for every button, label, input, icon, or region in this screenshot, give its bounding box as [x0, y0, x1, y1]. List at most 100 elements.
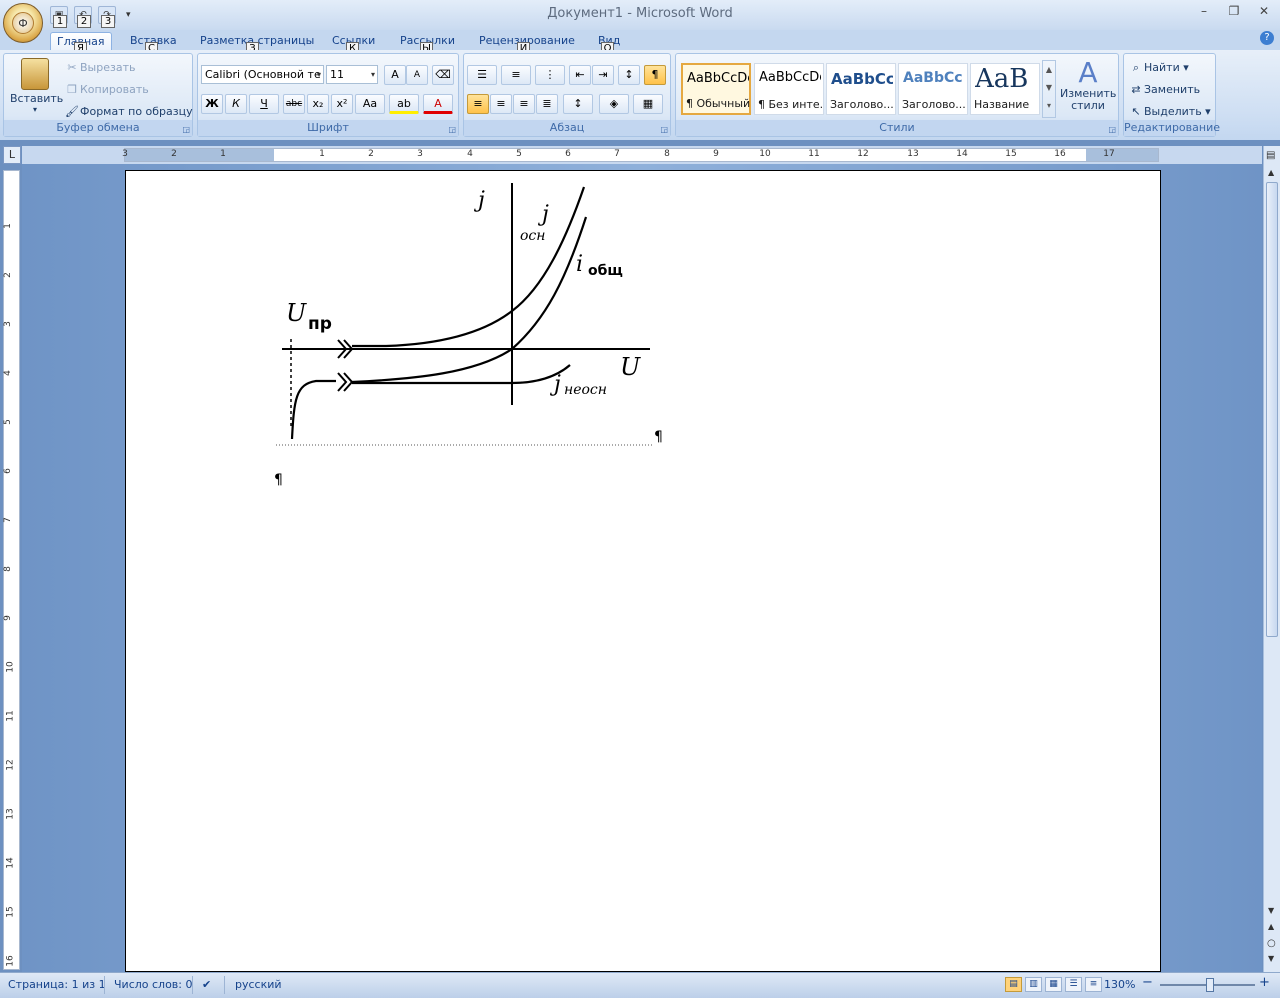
- zoom-level[interactable]: 130%: [1104, 978, 1135, 991]
- browse-object-icon[interactable]: ○: [1267, 938, 1276, 949]
- style-heading-2[interactable]: AaBbCc Заголово...: [898, 63, 968, 115]
- shading-icon[interactable]: ◈: [599, 94, 629, 114]
- paragraph-mark[interactable]: ¶: [274, 472, 283, 488]
- strikethrough-button[interactable]: abc: [283, 94, 305, 114]
- shrink-font-button[interactable]: A: [406, 65, 428, 85]
- justify-icon[interactable]: ≣: [536, 94, 558, 114]
- style-no-spacing[interactable]: AaBbCcDc¶ Без инте...: [754, 63, 824, 115]
- borders-icon[interactable]: ▦: [633, 94, 663, 114]
- ruler-number: 5: [516, 149, 522, 159]
- label-osn-sub: осн: [520, 228, 546, 244]
- ruler-number: 11: [5, 710, 16, 722]
- grow-font-button[interactable]: A: [384, 65, 406, 85]
- align-right-icon[interactable]: ≡: [513, 94, 535, 114]
- web-layout-icon[interactable]: ▦: [1045, 977, 1062, 992]
- next-page-icon[interactable]: ▼: [1268, 954, 1274, 963]
- format-painter-button[interactable]: 🖌Формат по образцу: [64, 104, 193, 120]
- dialog-launcher-icon[interactable]: ◲: [660, 125, 668, 134]
- subscript-button[interactable]: x₂: [307, 94, 329, 114]
- prev-page-icon[interactable]: ▲: [1268, 922, 1274, 931]
- ruler-toggle-icon[interactable]: ▤: [1266, 150, 1275, 161]
- cut-button[interactable]: ✂ Вырезать: [64, 60, 135, 76]
- tab-selector[interactable]: L: [3, 146, 21, 164]
- sort-icon[interactable]: ↕: [618, 65, 640, 85]
- align-center-icon[interactable]: ≡: [490, 94, 512, 114]
- word-count[interactable]: Число слов: 0: [114, 978, 193, 991]
- save-icon[interactable]: ▣1: [50, 6, 68, 28]
- office-button[interactable]: Ф: [3, 3, 43, 43]
- page-count[interactable]: Страница: 1 из 1: [8, 978, 106, 991]
- ruler-number: 15: [1005, 149, 1017, 159]
- close-button[interactable]: ✕: [1256, 4, 1272, 18]
- bold-button[interactable]: Ж: [201, 94, 223, 114]
- scroll-up-icon[interactable]: ▲: [1268, 168, 1274, 177]
- status-bar: Страница: 1 из 1 Число слов: 0 ✔ русский…: [0, 972, 1280, 998]
- scroll-down-icon[interactable]: ▼: [1268, 906, 1274, 915]
- window-title: Документ1 - Microsoft Word: [547, 6, 733, 21]
- zoom-in-button[interactable]: +: [1259, 975, 1270, 990]
- ruler-number: 3: [417, 149, 423, 159]
- increase-indent-icon[interactable]: ⇥: [592, 65, 614, 85]
- redo-icon[interactable]: ↷3: [98, 6, 116, 28]
- ruler-number: 6: [565, 149, 571, 159]
- full-screen-reading-icon[interactable]: ▥: [1025, 977, 1042, 992]
- ruler-number: 16: [5, 955, 16, 967]
- paste-button[interactable]: Вставить ▾: [10, 58, 63, 114]
- styles-icon: A: [1078, 56, 1098, 89]
- vertical-ruler[interactable]: 1 2 3 4 5 6 7 8 9 10 11 12 13 14 15 16: [3, 170, 20, 970]
- superscript-button[interactable]: x²: [331, 94, 353, 114]
- ruler-number: 10: [5, 661, 16, 673]
- dialog-launcher-icon[interactable]: ◲: [448, 125, 456, 134]
- find-button[interactable]: ⌕ Найти ▾: [1128, 60, 1189, 76]
- multilevel-list-icon[interactable]: ⋮: [535, 65, 565, 85]
- show-marks-icon[interactable]: ¶: [644, 65, 666, 85]
- print-layout-icon[interactable]: ▤: [1005, 977, 1022, 992]
- clear-format-icon[interactable]: ⌫: [432, 65, 454, 85]
- outline-icon[interactable]: ☰: [1065, 977, 1082, 992]
- highlight-icon[interactable]: ab: [389, 94, 419, 114]
- label-pr-sub: пр: [308, 314, 332, 334]
- underline-button[interactable]: Ч: [249, 94, 279, 114]
- font-size-combo[interactable]: 11 ▾: [326, 65, 378, 84]
- help-icon[interactable]: ?: [1260, 31, 1274, 45]
- select-button[interactable]: ↖ Выделить ▾: [1128, 104, 1210, 120]
- scroll-thumb[interactable]: [1266, 182, 1278, 637]
- undo-icon[interactable]: ↶2: [74, 6, 92, 28]
- change-styles-button[interactable]: A Изменить стили: [1060, 58, 1116, 112]
- bullets-icon[interactable]: ☰: [467, 65, 497, 85]
- label-i-obsh: i: [576, 252, 583, 277]
- ruler-number: 17: [1103, 149, 1115, 159]
- zoom-slider-thumb[interactable]: [1206, 978, 1214, 992]
- horizontal-ruler[interactable]: 3 2 1 1 2 3 4 5 6 7 8 9 10 11 12 13 14 15 16 17: [22, 146, 1262, 164]
- vertical-scrollbar[interactable]: ▤ ▲ ▼ ▲ ○ ▼: [1263, 146, 1280, 972]
- italic-button[interactable]: К: [225, 94, 247, 114]
- language[interactable]: русский: [235, 978, 282, 991]
- decrease-indent-icon[interactable]: ⇤: [569, 65, 591, 85]
- restore-button[interactable]: ❐: [1226, 4, 1242, 18]
- font-name-combo[interactable]: Calibri (Основной те ▾: [201, 65, 324, 84]
- line-spacing-icon[interactable]: ↕: [563, 94, 593, 114]
- paragraph-mark: ¶: [654, 429, 663, 445]
- break-mark-lower: [337, 372, 354, 392]
- qat-customize-icon[interactable]: ▾: [126, 10, 131, 20]
- ruler-number: 2: [171, 149, 177, 159]
- draft-icon[interactable]: ≡: [1085, 977, 1102, 992]
- numbering-icon[interactable]: ≡: [501, 65, 531, 85]
- dialog-launcher-icon[interactable]: ◲: [1108, 125, 1116, 134]
- style-title[interactable]: AaB Название: [970, 63, 1040, 115]
- font-color-icon[interactable]: A: [423, 94, 453, 114]
- style-normal[interactable]: AaBbCcDc ¶ Обычный: [681, 63, 751, 115]
- change-case-button[interactable]: Aa: [355, 94, 385, 114]
- copy-button[interactable]: ❐ Копировать: [64, 82, 149, 98]
- proofing-icon[interactable]: ✔: [202, 978, 211, 991]
- styles-scroll[interactable]: ▲ ▼ ▾: [1042, 60, 1056, 118]
- dialog-launcher-icon[interactable]: ◲: [182, 125, 190, 134]
- label-j-osn: j: [537, 202, 549, 227]
- document-page[interactable]: j j осн i общ U пр U j неосн ¶ ¶: [125, 170, 1161, 972]
- align-left-icon[interactable]: ≡: [467, 94, 489, 114]
- minimize-button[interactable]: –: [1196, 4, 1212, 18]
- style-heading-1[interactable]: AaBbCc Заголово...: [826, 63, 896, 115]
- zoom-out-button[interactable]: −: [1142, 975, 1153, 990]
- ruler-number: 13: [907, 149, 919, 159]
- replace-button[interactable]: ⇄ Заменить: [1128, 82, 1200, 98]
